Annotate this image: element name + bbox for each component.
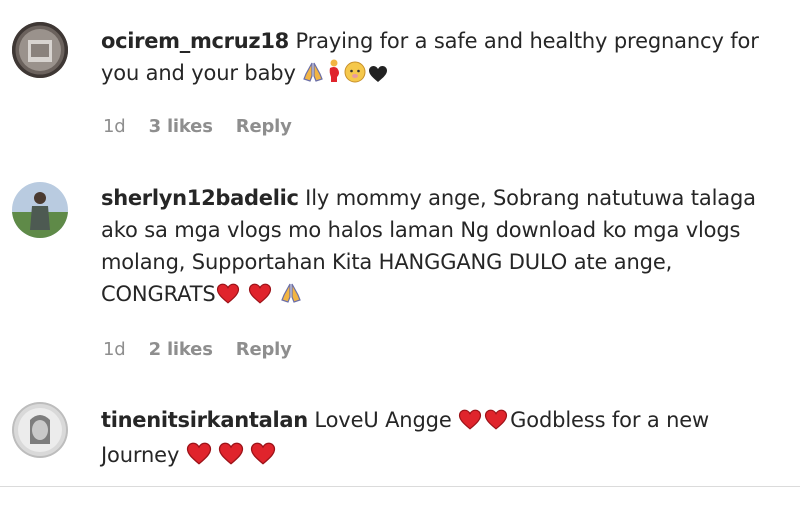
avatar[interactable] (12, 22, 68, 78)
black-heart-icon (368, 60, 388, 92)
comment-username[interactable]: ocirem_mcruz18 (101, 29, 289, 53)
comment-text-line: Journey (101, 443, 180, 467)
divider (0, 486, 800, 487)
avatar[interactable] (12, 182, 68, 238)
baby-icon (344, 60, 366, 92)
comment-timestamp[interactable]: 1d (103, 339, 126, 360)
comment-meta: 1d 2 likes Reply (103, 339, 309, 360)
reply-button[interactable]: Reply (236, 339, 292, 360)
comment-likes[interactable]: 2 likes (149, 339, 213, 360)
red-heart-icon (458, 407, 482, 439)
folded-hands-icon (302, 60, 324, 92)
red-heart-icon (250, 442, 276, 474)
comment-text-line: LoveU Angge (314, 408, 452, 432)
red-heart-icon (216, 281, 240, 313)
comment-text: sherlyn12badelic Ily mommy ange, Sobrang… (101, 182, 791, 313)
comment-username[interactable]: sherlyn12badelic (101, 186, 299, 210)
comment-text: ocirem_mcruz18 Praying for a safe and he… (101, 25, 791, 92)
comment-text-line: you and your baby (101, 61, 296, 85)
comment-text-line: Ily mommy ange, Sobrang natutuwa talaga (305, 186, 756, 210)
comment-timestamp[interactable]: 1d (103, 116, 126, 137)
reply-button[interactable]: Reply (236, 116, 292, 137)
comment-meta: 1d 3 likes Reply (103, 116, 309, 137)
comment-text-line: molang, Supportahan Kita HANGGANG DULO a… (101, 250, 673, 274)
avatar[interactable] (12, 402, 68, 458)
pregnant-woman-icon (326, 59, 342, 92)
comment-likes[interactable]: 3 likes (149, 116, 213, 137)
comment-text-line: CONGRATS (101, 282, 216, 306)
comment-username[interactable]: tinenitsirkantalan (101, 408, 308, 432)
folded-hands-icon (280, 281, 302, 313)
comment-text: tinenitsirkantalan LoveU Angge Godbless … (101, 404, 791, 474)
comment-text-line: ako sa mga vlogs mo halos laman Ng downl… (101, 218, 741, 242)
red-heart-icon (186, 442, 212, 474)
red-heart-icon (484, 407, 508, 439)
red-heart-icon (248, 281, 272, 313)
comment-text-line: Godbless for a new (510, 408, 710, 432)
comment-text-line: Praying for a safe and healthy pregnancy… (295, 29, 759, 53)
red-heart-icon (218, 442, 244, 474)
